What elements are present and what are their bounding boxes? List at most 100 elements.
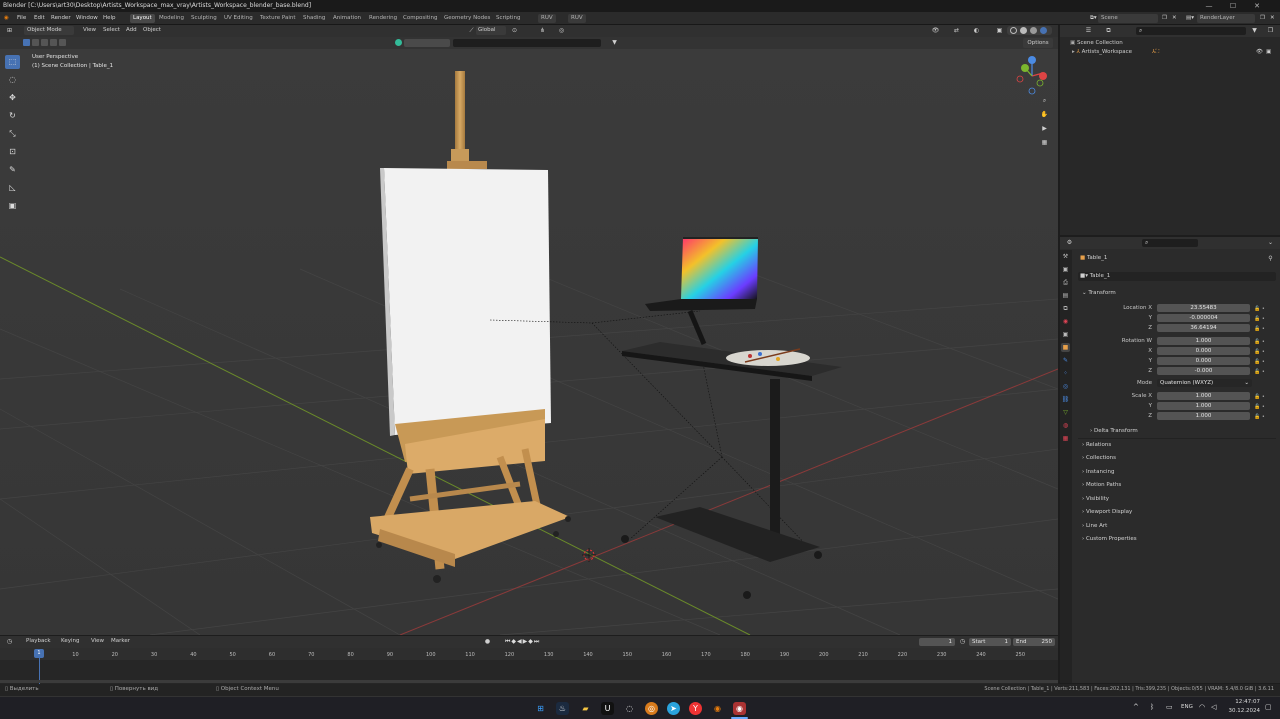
scale-y-field[interactable]: 1.000: [1157, 402, 1250, 410]
world-tab-icon[interactable]: ◉: [1061, 317, 1070, 326]
delete-layer-icon[interactable]: ✕: [1268, 14, 1277, 23]
object-type-visibility[interactable]: [404, 39, 450, 47]
lock-icon[interactable]: 🔓 •: [1254, 392, 1274, 402]
menu-timeline-view[interactable]: View: [91, 637, 104, 646]
particles-tab-icon[interactable]: ⁘: [1061, 369, 1070, 378]
menu-marker[interactable]: Marker: [111, 637, 130, 646]
cursor-icon[interactable]: ◌: [5, 73, 20, 87]
tab-animation[interactable]: Animation: [330, 14, 364, 23]
start-frame-field[interactable]: Start 1: [969, 638, 1011, 646]
move-icon[interactable]: ✥: [5, 91, 20, 105]
menu-window[interactable]: Window: [74, 14, 100, 23]
object-tab-icon[interactable]: ■: [1061, 343, 1070, 352]
3d-viewport[interactable]: User Perspective (1) Scene Collection | …: [0, 49, 1058, 635]
current-frame-field[interactable]: 1: [919, 638, 955, 646]
gizmo-icon[interactable]: ⇄: [952, 26, 961, 35]
yandex-browser-icon[interactable]: Y: [689, 702, 702, 715]
select-box-icon[interactable]: ⬚: [5, 55, 20, 69]
copy-scene-icon[interactable]: ❐: [1160, 14, 1169, 23]
menu-render[interactable]: Render: [49, 14, 73, 23]
object-datablock-icon[interactable]: ■▾: [1078, 273, 1090, 279]
lock-icon[interactable]: 🔓 •: [1254, 412, 1274, 422]
close-button[interactable]: ✕: [1246, 0, 1268, 12]
panel-collections[interactable]: › Collections: [1082, 453, 1272, 463]
filter-funnel-icon[interactable]: ▼: [610, 38, 619, 47]
location-z-field[interactable]: 36.64194: [1157, 324, 1250, 332]
location-x-field[interactable]: 23.55483: [1157, 304, 1250, 312]
transform-panel-header[interactable]: ⌄ Transform: [1082, 288, 1272, 298]
xray-icon[interactable]: ▣: [995, 26, 1004, 35]
viewport-filter-icon[interactable]: [395, 39, 402, 46]
data-tab-icon[interactable]: ▽: [1061, 408, 1070, 417]
outliner-item-artists-workspace[interactable]: ▸ ⅄ Artists_Workspace ⅄⛶ 👁 ▣: [1072, 48, 1272, 57]
minimize-button[interactable]: —: [1198, 0, 1220, 12]
menu-playback[interactable]: Playback: [26, 637, 51, 646]
solid-shading-icon[interactable]: [1020, 27, 1027, 34]
panel-motion-paths[interactable]: › Motion Paths: [1082, 480, 1272, 490]
unreal-engine-icon[interactable]: U: [601, 702, 614, 715]
tab-compositing[interactable]: Compositing: [400, 14, 440, 23]
view-layer-tab-icon[interactable]: ▤: [1061, 291, 1070, 300]
scale-z-field[interactable]: 1.000: [1157, 412, 1250, 420]
language-indicator[interactable]: ENG: [1181, 703, 1193, 712]
panel-relations[interactable]: › Relations: [1082, 440, 1272, 450]
measure-icon[interactable]: ◺: [5, 181, 20, 195]
tab-sculpting[interactable]: Sculpting: [188, 14, 220, 23]
playhead-marker[interactable]: 1: [34, 649, 44, 658]
select-intersect-icon[interactable]: [59, 39, 66, 46]
lock-icon[interactable]: 🔓 •: [1254, 357, 1274, 367]
tab-layout[interactable]: Layout: [130, 14, 155, 23]
select-invert-icon[interactable]: [50, 39, 57, 46]
browser-icon[interactable]: ◎: [645, 702, 658, 715]
location-y-field[interactable]: -0.000004: [1157, 314, 1250, 322]
camera-render-icon[interactable]: ▣: [1266, 48, 1271, 57]
visibility-icon[interactable]: 👁: [931, 26, 940, 35]
constraints-tab-icon[interactable]: ⛓: [1061, 395, 1070, 404]
gizmo-z-axis[interactable]: [1028, 56, 1036, 64]
tool-tab-icon[interactable]: ⚒: [1061, 252, 1070, 261]
properties-search-input[interactable]: ⌕: [1142, 239, 1198, 247]
file-explorer-icon[interactable]: ▰: [579, 702, 592, 715]
transform-icon[interactable]: ⊡: [5, 145, 20, 159]
menu-edit[interactable]: Edit: [32, 14, 47, 23]
render-tab-icon[interactable]: ▣: [1061, 265, 1070, 274]
display-mode-icon[interactable]: ⧉: [1104, 26, 1113, 35]
tab-scripting[interactable]: Scripting: [493, 14, 523, 23]
pan-hand-icon[interactable]: ✋: [1040, 110, 1049, 119]
tab-rendering[interactable]: Rendering: [366, 14, 400, 23]
menu-keying[interactable]: Keying: [61, 637, 79, 646]
output-tab-icon[interactable]: ⎙: [1061, 278, 1070, 287]
tab-modeling[interactable]: Modeling: [156, 14, 187, 23]
render-layer-selector[interactable]: RenderLayer: [1197, 14, 1255, 23]
windows-start-icon[interactable]: ⊞: [534, 702, 547, 715]
menu-help[interactable]: Help: [101, 14, 118, 23]
jump-end-icon[interactable]: ⏭: [534, 638, 540, 645]
panel-visibility[interactable]: › Visibility: [1082, 494, 1272, 504]
panel-line-art[interactable]: › Line Art: [1082, 521, 1272, 531]
viewport-search-input[interactable]: [453, 39, 601, 47]
timeline-editor-icon[interactable]: ◷: [5, 637, 14, 646]
render-layer-icon[interactable]: ▤▾: [1184, 14, 1196, 23]
clock-time[interactable]: 12:47:07: [1230, 698, 1260, 707]
network-icon[interactable]: ▭: [1166, 703, 1173, 711]
copy-layer-icon[interactable]: ❐: [1258, 14, 1267, 23]
material-shading-icon[interactable]: [1030, 27, 1037, 34]
select-extend-icon[interactable]: [32, 39, 39, 46]
object-name-field[interactable]: ■▾ Table_1: [1078, 272, 1276, 281]
rotation-w-field[interactable]: 1.000: [1157, 337, 1250, 345]
rotate-icon[interactable]: ↻: [5, 109, 20, 123]
tab-texture-paint[interactable]: Texture Paint: [257, 14, 299, 23]
options-button[interactable]: Options: [1023, 38, 1053, 48]
lock-icon[interactable]: 🔓 •: [1254, 367, 1274, 377]
scale-icon[interactable]: ⤡: [5, 127, 20, 141]
collection-tab-icon[interactable]: ▣: [1061, 330, 1070, 339]
notification-icon[interactable]: ▢: [1265, 703, 1272, 711]
gizmo-y-axis[interactable]: [1021, 64, 1029, 72]
lock-icon[interactable]: 🔓 •: [1254, 324, 1274, 334]
lock-icon[interactable]: 🔓 •: [1254, 304, 1274, 314]
select-new-icon[interactable]: [23, 39, 30, 46]
lock-icon[interactable]: 🔓 •: [1254, 337, 1274, 347]
visibility-eye-icon[interactable]: 👁: [1256, 48, 1263, 57]
zoom-icon[interactable]: ⌕: [1040, 96, 1049, 105]
outliner-editor-icon[interactable]: ☰: [1084, 26, 1093, 35]
